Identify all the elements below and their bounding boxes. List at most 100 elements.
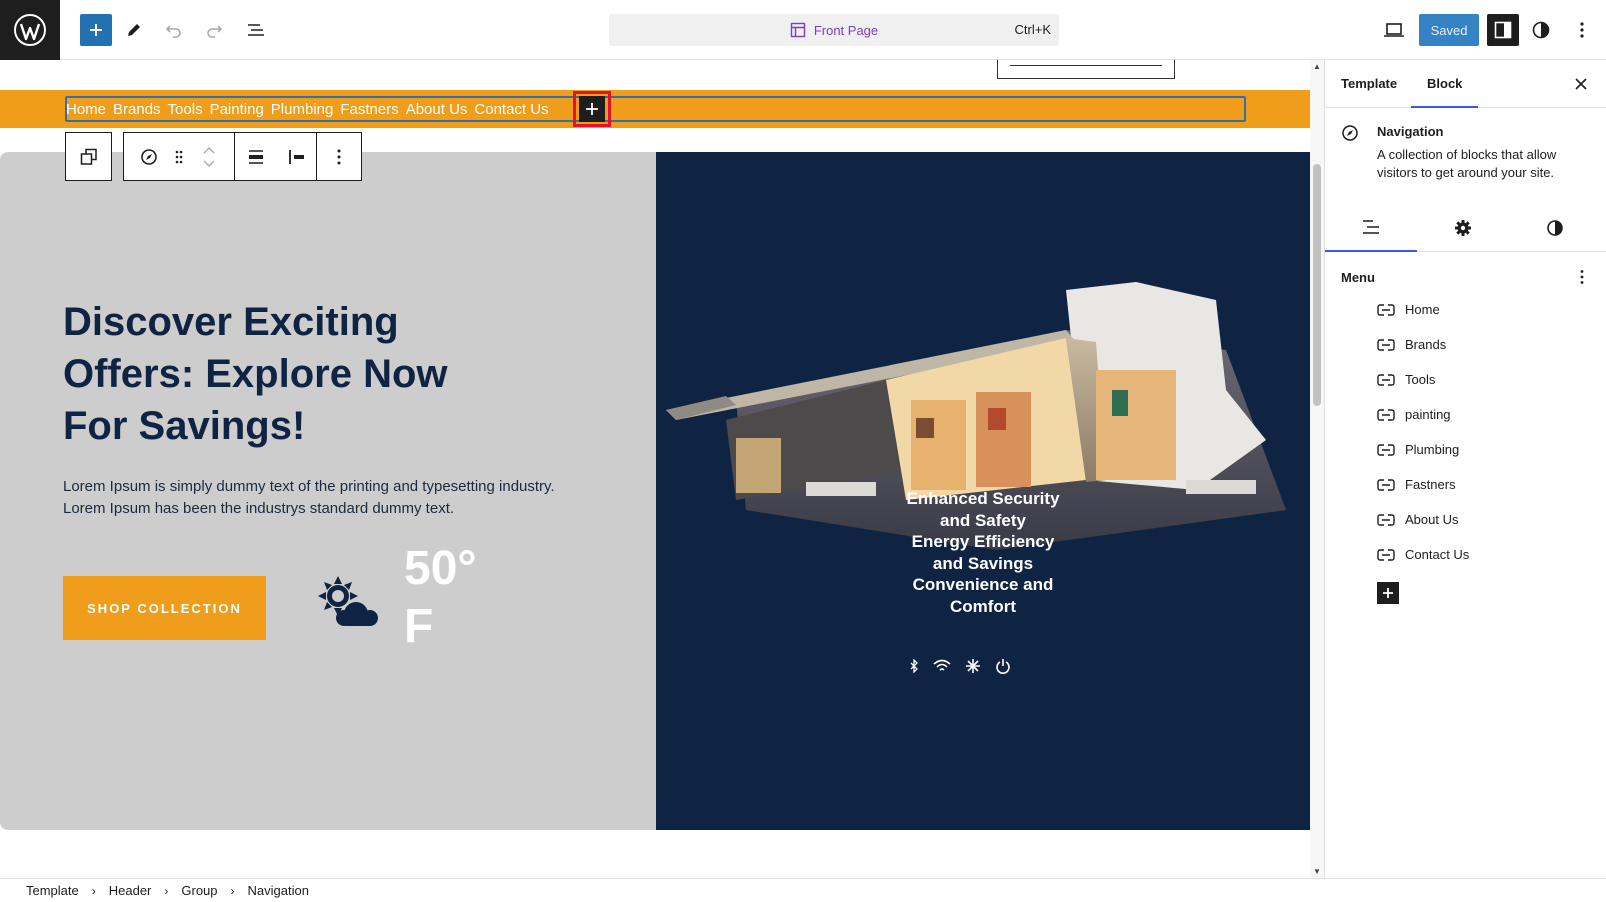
breadcrumb-template[interactable]: Template — [26, 883, 79, 898]
wordpress-icon — [14, 14, 46, 46]
custom-link-icon — [1377, 443, 1395, 456]
menu-heading: Menu — [1341, 270, 1375, 285]
tab-block[interactable]: Block — [1411, 60, 1479, 108]
redo-button[interactable] — [198, 14, 230, 46]
block-breadcrumb: Template › Header › Group › Navigation — [0, 878, 1606, 902]
undo-button[interactable] — [158, 14, 190, 46]
chevron-up-icon[interactable] — [203, 146, 215, 154]
tab-list-view[interactable] — [1325, 204, 1417, 252]
block-description: A collection of blocks that allow visito… — [1377, 147, 1557, 180]
menu-item-tools[interactable]: Tools — [1377, 362, 1577, 397]
wifi-icon — [933, 659, 951, 671]
custom-link-icon — [1377, 513, 1395, 526]
chevron-right-icon: › — [230, 883, 235, 898]
custom-link-icon — [1377, 478, 1395, 491]
tools-button[interactable] — [118, 14, 150, 46]
saved-button[interactable]: Saved — [1419, 14, 1479, 46]
settings-sidebar-toggle[interactable] — [1487, 14, 1519, 46]
shop-collection-button[interactable]: SHOP COLLECTION — [63, 576, 266, 640]
more-vertical-icon — [1580, 270, 1584, 284]
list-view-icon — [248, 24, 264, 36]
contrast-icon — [1547, 220, 1563, 236]
nav-item-plumbing[interactable]: Plumbing — [271, 101, 334, 118]
scroll-down-arrow[interactable]: ▼ — [1312, 867, 1322, 876]
nav-item-painting[interactable]: Painting — [210, 101, 264, 118]
close-icon — [1575, 78, 1587, 90]
menu-item-contact-us[interactable]: Contact Us — [1377, 537, 1577, 572]
hero-paragraph-line1: Lorem Ipsum is simply dummy text of the … — [63, 478, 555, 495]
block-title: Navigation — [1377, 124, 1444, 139]
select-parent-button[interactable] — [66, 133, 111, 180]
custom-link-icon — [1377, 338, 1395, 351]
feature-item: Convenience and Comfort — [912, 575, 1054, 616]
list-view-icon — [1363, 220, 1379, 234]
menu-item-painting[interactable]: painting — [1377, 397, 1577, 432]
nav-item-contact-us[interactable]: Contact Us — [474, 101, 548, 118]
nav-add-item-button[interactable] — [579, 96, 605, 122]
hero-paragraph-line2: Lorem Ipsum has been the industrys stand… — [63, 500, 455, 517]
nav-item-home[interactable]: Home — [66, 101, 106, 118]
nav-item-about-us[interactable]: About Us — [406, 101, 468, 118]
justify-button[interactable] — [235, 133, 279, 180]
tab-settings[interactable] — [1417, 204, 1509, 252]
canvas-scrollbar[interactable]: ▲ ▼ — [1310, 60, 1324, 878]
shortcut-hint: Ctrl+K — [1014, 22, 1051, 37]
command-palette-bar[interactable]: Front Page Ctrl+K — [609, 14, 1059, 46]
block-inserter-button[interactable] — [80, 14, 112, 46]
breadcrumb-group[interactable]: Group — [181, 883, 217, 898]
orientation-button[interactable] — [278, 133, 316, 180]
tab-styles[interactable] — [1509, 204, 1601, 252]
chevron-right-icon: › — [91, 883, 96, 898]
preview-device-button[interactable] — [1378, 14, 1410, 46]
block-options-button[interactable] — [317, 133, 361, 180]
feature-item: Energy Efficiency and Savings — [911, 532, 1055, 573]
drag-handle[interactable] — [174, 133, 184, 180]
menu-item-home[interactable]: Home — [1377, 292, 1577, 327]
laptop-icon — [1384, 23, 1404, 37]
sidebar-icon — [1494, 21, 1512, 39]
chevron-right-icon: › — [164, 883, 169, 898]
temperature-reading: 50° F — [404, 542, 477, 653]
menu-item-fastners[interactable]: Fastners — [1377, 467, 1577, 502]
breadcrumb-header[interactable]: Header — [109, 883, 152, 898]
move-up-down-buttons[interactable] — [184, 133, 234, 180]
options-menu-button[interactable] — [1566, 14, 1598, 46]
nav-item-tools[interactable]: Tools — [168, 101, 203, 118]
gear-icon — [1455, 220, 1471, 236]
scroll-thumb[interactable] — [1313, 164, 1321, 406]
menu-item-plumbing[interactable]: Plumbing — [1377, 432, 1577, 467]
wordpress-logo-button[interactable] — [0, 0, 60, 60]
nav-add-item-highlight — [573, 91, 611, 127]
pencil-icon — [128, 24, 140, 36]
plus-icon — [90, 24, 102, 36]
custom-link-icon — [1377, 373, 1395, 386]
menu-item-brands[interactable]: Brands — [1377, 327, 1577, 362]
custom-link-icon — [1377, 548, 1395, 561]
nav-item-fastners[interactable]: Fastners — [340, 101, 398, 118]
copy-icon — [80, 148, 97, 165]
navigation-items: Home Brands Tools Painting Plumbing Fast… — [66, 96, 549, 122]
feature-icons-row — [909, 658, 1011, 674]
menu-item-about-us[interactable]: About Us — [1377, 502, 1577, 537]
custom-link-icon — [1377, 303, 1395, 316]
scroll-up-arrow[interactable]: ▲ — [1312, 62, 1322, 71]
header-navigation-bar: Home Brands Tools Painting Plumbing Fast… — [0, 90, 1310, 128]
chevron-down-icon[interactable] — [203, 160, 215, 167]
feature-item: Enhanced Security and Safety — [906, 489, 1060, 530]
power-icon — [996, 659, 1010, 674]
nav-item-brands[interactable]: Brands — [113, 101, 161, 118]
justify-center-icon — [249, 149, 264, 164]
menu-options-button[interactable] — [1570, 265, 1594, 289]
compass-icon — [1342, 125, 1358, 141]
sidebar-tabs: Template Block — [1325, 60, 1606, 108]
redo-icon — [207, 25, 223, 38]
close-sidebar-button[interactable] — [1569, 72, 1593, 96]
styles-button[interactable] — [1525, 14, 1557, 46]
hero-paragraph: Lorem Ipsum is simply dummy text of the … — [63, 476, 563, 520]
editor-canvas[interactable]: Home Brands Tools Painting Plumbing Fast… — [0, 60, 1310, 878]
add-menu-item-button[interactable] — [1377, 582, 1399, 604]
tab-template[interactable]: Template — [1325, 60, 1413, 108]
block-toolbar — [65, 132, 362, 181]
document-overview-button[interactable] — [240, 14, 272, 46]
navigation-block-type-button[interactable] — [124, 133, 174, 180]
